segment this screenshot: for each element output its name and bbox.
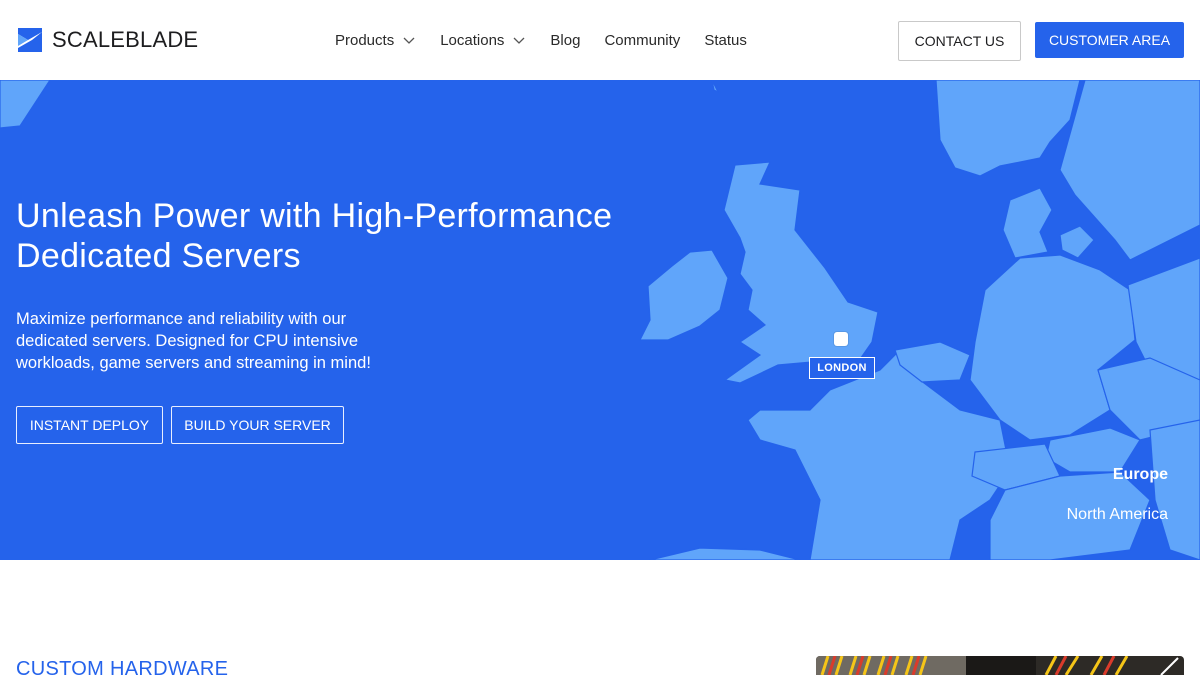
main-nav: Products Locations Blog Community Status — [335, 30, 747, 50]
site-header: SCALEBLADE Products Locations Blog Commu… — [0, 0, 1200, 80]
nav-blog-label: Blog — [550, 31, 581, 49]
brand-name: SCALEBLADE — [52, 27, 199, 52]
chevron-down-icon — [513, 37, 525, 44]
customer-area-button[interactable]: CUSTOMER AREA — [1035, 22, 1184, 58]
build-your-server-button[interactable]: BUILD YOUR SERVER — [171, 406, 344, 444]
hardware-image — [816, 656, 1184, 675]
nav-status[interactable]: Status — [704, 32, 747, 49]
chevron-down-icon — [403, 37, 415, 44]
instant-deploy-button[interactable]: INSTANT DEPLOY — [16, 406, 163, 444]
nav-blog[interactable]: Blog — [550, 32, 580, 49]
custom-hardware-section: CUSTOM HARDWARE — [0, 560, 1200, 680]
london-location-label[interactable]: LONDON — [809, 357, 875, 379]
region-europe[interactable]: Europe — [1113, 466, 1168, 484]
nav-locations-label: Locations — [440, 31, 505, 49]
hero-section: Unleash Power with High-Performance Dedi… — [0, 80, 1200, 560]
scaleblade-logo-icon — [18, 28, 42, 52]
hero-description: Maximize performance and reliability wit… — [16, 310, 371, 372]
hero-title: Unleash Power with High-Performance Dedi… — [16, 196, 656, 276]
nav-locations[interactable]: Locations — [440, 32, 526, 49]
nav-products[interactable]: Products — [335, 32, 416, 49]
hero-title-line-1: Unleash Power with High-Performance — [16, 197, 613, 235]
nav-products-label: Products — [335, 31, 395, 49]
nav-community-label: Community — [604, 31, 681, 49]
section-title: CUSTOM HARDWARE — [16, 658, 229, 680]
region-north-america[interactable]: North America — [1067, 506, 1168, 524]
nav-community[interactable]: Community — [604, 32, 680, 49]
nav-status-label: Status — [704, 31, 747, 49]
brand-logo[interactable]: SCALEBLADE — [16, 25, 198, 55]
hero-title-line-2: Dedicated Servers — [16, 237, 301, 275]
london-location-pin[interactable] — [834, 332, 848, 346]
contact-us-button[interactable]: CONTACT US — [898, 21, 1021, 61]
